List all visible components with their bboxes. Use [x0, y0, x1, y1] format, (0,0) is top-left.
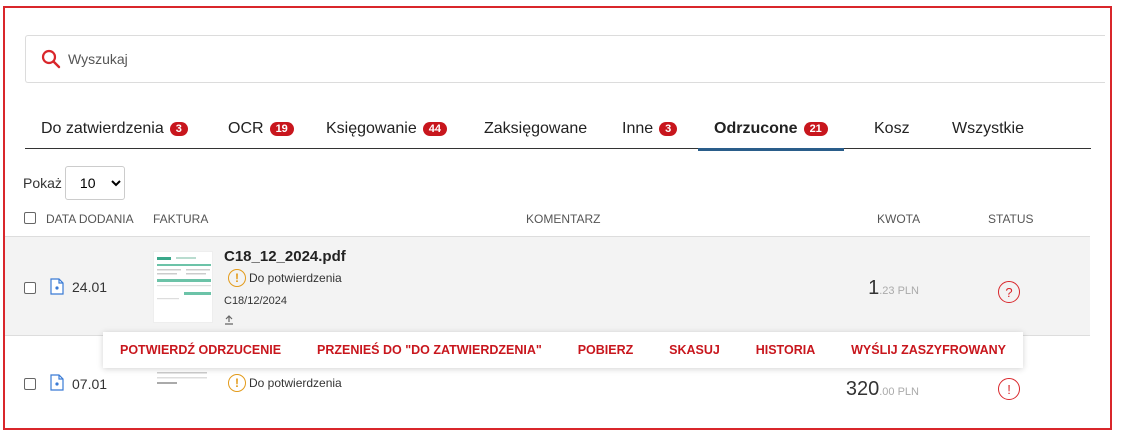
invoice-status-line: ! Do potwierdzenia — [228, 269, 342, 287]
row-actions-bar: POTWIERDŹ ODRZUCENIE PRZENIEŚ DO "DO ZAT… — [103, 332, 1023, 368]
count-badge: 44 — [422, 121, 447, 136]
invoice-status-text: Do potwierdzenia — [249, 271, 342, 285]
invoice-amount: 1.23 PLN — [809, 277, 919, 300]
document-icon — [50, 278, 64, 295]
invoice-number: C18/12/2024 — [224, 295, 287, 307]
warning-icon: ! — [228, 374, 246, 392]
invoice-thumbnail[interactable] — [153, 251, 213, 323]
tab-do-zatwierdzenia[interactable]: Do zatwierdzenia 3 — [41, 108, 188, 149]
page-size-select[interactable]: 10 — [64, 166, 125, 200]
delete-button[interactable]: SKASUJ — [669, 343, 720, 357]
question-icon[interactable]: ? — [998, 281, 1020, 303]
column-comment[interactable]: KOMENTARZ — [526, 212, 600, 226]
status-tabs: Do zatwierdzenia 3 OCR 19 Księgowanie 44… — [25, 108, 1091, 151]
page-size-label: Pokaż — [23, 175, 62, 191]
tab-zaksiegowane[interactable]: Zaksięgowane — [484, 108, 587, 149]
upload-icon[interactable] — [224, 315, 234, 328]
invoice-status-text: Do potwierdzenia — [249, 376, 342, 390]
count-badge: 21 — [803, 121, 828, 136]
tab-inne[interactable]: Inne 3 — [622, 108, 678, 149]
status-icon-glyph: ! — [1007, 381, 1011, 397]
tab-label: Kosz — [874, 119, 910, 137]
tab-odrzucone[interactable]: Odrzucone 21 — [698, 108, 844, 151]
row-checkbox[interactable] — [24, 282, 36, 294]
column-date-added[interactable]: DATA DODANIA — [46, 212, 134, 226]
exclamation-icon[interactable]: ! — [998, 378, 1020, 400]
search-input[interactable] — [68, 51, 1105, 67]
tab-label: Odrzucone — [714, 119, 798, 137]
status-icon-glyph: ? — [1005, 284, 1013, 300]
count-badge: 3 — [169, 121, 188, 136]
table-row[interactable]: 24.01 C18_12_2024.pdf ! Do potwierdzenia… — [5, 236, 1090, 336]
move-to-approval-button[interactable]: PRZENIEŚ DO "DO ZATWIERDZENIA" — [317, 343, 542, 357]
tab-label: Wszystkie — [952, 119, 1024, 137]
search-bar[interactable] — [25, 35, 1105, 83]
amount-decimal: .00 PLN — [879, 386, 919, 398]
amount-integer: 1 — [868, 277, 880, 299]
row-checkbox[interactable] — [24, 378, 36, 390]
invoice-thumbnail[interactable] — [155, 368, 211, 398]
tab-label: OCR — [228, 119, 264, 137]
page-size-control: Pokaż 10 — [23, 166, 125, 200]
confirm-rejection-button[interactable]: POTWIERDŹ ODRZUCENIE — [120, 343, 281, 357]
select-all-checkbox[interactable] — [24, 212, 36, 224]
invoice-amount: 320.00 PLN — [809, 378, 919, 401]
table-header: DATA DODANIA FAKTURA KOMENTARZ KWOTA STA… — [5, 204, 1110, 234]
row-date: 07.01 — [72, 376, 108, 392]
download-button[interactable]: POBIERZ — [578, 343, 634, 357]
amount-integer: 320 — [845, 378, 880, 400]
amount-decimal: .23 PLN — [879, 285, 919, 297]
send-encrypted-button[interactable]: WYŚLIJ ZASZYFROWANY — [851, 343, 1006, 357]
tab-ksiegowanie[interactable]: Księgowanie 44 — [326, 108, 447, 149]
invoice-status-line: ! Do potwierdzenia — [228, 374, 342, 392]
invoice-filename[interactable]: C18_12_2024.pdf — [224, 248, 346, 265]
column-amount[interactable]: KWOTA — [877, 212, 920, 226]
tab-ocr[interactable]: OCR 19 — [228, 108, 294, 149]
document-icon — [50, 374, 64, 391]
tab-wszystkie[interactable]: Wszystkie — [952, 108, 1024, 149]
search-icon — [40, 48, 62, 70]
history-button[interactable]: HISTORIA — [756, 343, 816, 357]
tab-kosz[interactable]: Kosz — [874, 108, 910, 149]
tab-label: Zaksięgowane — [484, 119, 588, 137]
row-date: 24.01 — [72, 279, 108, 295]
count-badge: 3 — [659, 121, 678, 136]
count-badge: 19 — [269, 121, 294, 136]
column-invoice[interactable]: FAKTURA — [153, 212, 208, 226]
column-status[interactable]: STATUS — [988, 212, 1034, 226]
warning-icon: ! — [228, 269, 246, 287]
tab-label: Księgowanie — [326, 119, 417, 137]
tab-label: Inne — [622, 119, 654, 137]
tab-label: Do zatwierdzenia — [41, 119, 164, 137]
main-panel: Do zatwierdzenia 3 OCR 19 Księgowanie 44… — [3, 6, 1112, 430]
